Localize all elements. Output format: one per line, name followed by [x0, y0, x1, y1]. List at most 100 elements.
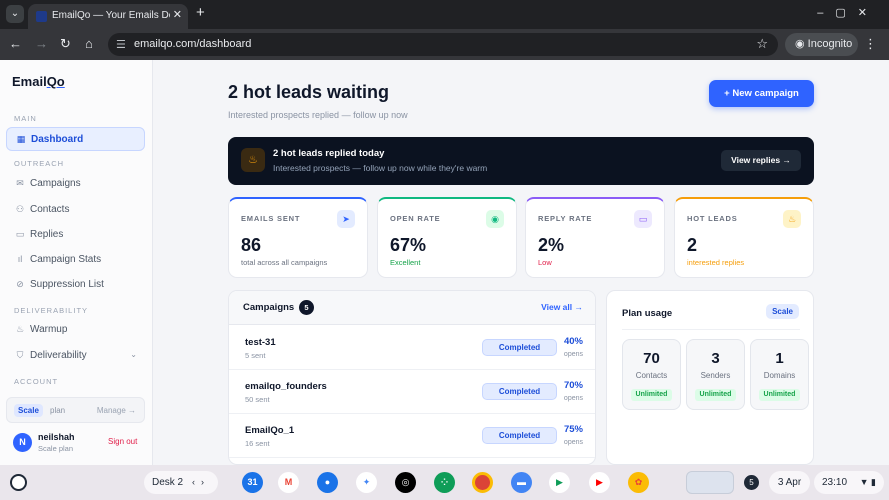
incognito-label: Incognito — [807, 38, 853, 50]
sidebar-item-dashboard[interactable]: ▦ Dashboard — [6, 127, 145, 151]
view-all-link[interactable]: View all → — [541, 302, 583, 312]
stat-value: 2 — [687, 235, 698, 255]
podcast-app-icon[interactable]: ◎ — [395, 472, 416, 493]
clock-time: 23:10 — [822, 477, 848, 488]
stat-note: total across all campaigns — [241, 258, 328, 267]
campaign-name[interactable]: EmailQo_1 — [245, 425, 294, 436]
open-rate-label: opens — [563, 395, 583, 402]
tab-search-button[interactable]: ⌄ — [6, 5, 24, 23]
calendar-app-icon[interactable]: 31 — [242, 472, 263, 493]
stat-card-emails-sent: EMAILS SENT ➤ 86 total across all campai… — [228, 197, 368, 278]
section-label-main: MAIN — [14, 114, 37, 123]
launcher-icon[interactable] — [10, 474, 27, 491]
stat-label: HOT LEADS — [687, 214, 738, 223]
back-icon[interactable]: ← — [9, 36, 22, 51]
more-menu-icon[interactable]: ⋮ — [864, 36, 877, 52]
sidebar-item-replies[interactable]: ▭ Replies — [6, 223, 145, 247]
url-text[interactable]: emailqo.com/dashboard — [134, 38, 251, 50]
plan-word: plan — [50, 406, 66, 415]
sidebar-item-campaign-stats[interactable]: ıl Campaign Stats — [6, 248, 145, 272]
stat-card-open-rate: OPEN RATE ◉ 67% Excellent — [377, 197, 517, 278]
desk-arrows-icon[interactable]: ‹› — [192, 471, 210, 494]
reload-icon[interactable]: ↻ — [60, 36, 71, 52]
usage-label: Senders — [700, 371, 731, 380]
bookmark-star-icon[interactable]: ☆ — [756, 36, 768, 52]
apps-grid-icon[interactable]: ⁘ — [434, 472, 455, 493]
sign-out-link[interactable]: Sign out — [108, 437, 137, 446]
stat-note: interested replies — [687, 258, 745, 267]
window-preview-thumbnail[interactable] — [686, 471, 734, 494]
date-button[interactable]: 3 Apr — [769, 471, 810, 494]
sidebar-item-suppression-list[interactable]: ⊘ Suppression List — [6, 273, 145, 297]
site-info-icon[interactable]: ☰ — [116, 38, 126, 51]
campaign-name[interactable]: test-31 — [245, 337, 276, 348]
sidebar: EmailQo MAIN ▦ Dashboard OUTREACH ✉ Camp… — [0, 60, 153, 465]
table-row[interactable]: emailqo_founders 50 sent Completed 70% o… — [229, 370, 595, 414]
youtube-app-icon[interactable]: ▶ — [589, 472, 610, 493]
flame-icon: ♨ — [15, 324, 25, 334]
banner-subtitle: Interested prospects — follow up now whi… — [273, 163, 488, 173]
campaign-sent: 16 sent — [245, 439, 270, 448]
table-row[interactable]: EmailQo_1 16 sent Completed 75% opens — [229, 414, 595, 458]
favicon-icon — [36, 11, 47, 22]
view-replies-button[interactable]: View replies → — [721, 150, 801, 171]
messages-app-icon[interactable]: ● — [317, 472, 338, 493]
stat-label: OPEN RATE — [390, 214, 441, 223]
open-rate: 40% — [563, 336, 583, 347]
desk-switcher[interactable]: Desk 2 ‹› — [144, 471, 218, 494]
gemini-app-icon[interactable]: ✦ — [356, 472, 377, 493]
sidebar-item-campaigns[interactable]: ✉ Campaigns — [6, 172, 145, 196]
notification-count-badge[interactable]: 5 — [744, 475, 759, 490]
open-rate-label: opens — [563, 351, 583, 358]
gmail-app-icon[interactable]: M — [278, 472, 299, 493]
new-tab-button[interactable]: + — [196, 4, 205, 21]
sidebar-item-warmup[interactable]: ♨ Warmup — [6, 318, 145, 342]
usage-value: 3 — [711, 350, 720, 367]
grid-icon: ▦ — [16, 134, 26, 144]
meet-app-icon[interactable]: ▶ — [549, 472, 570, 493]
divider — [622, 329, 800, 330]
shield-icon: ⛉ — [16, 350, 24, 360]
mail-icon: ✉ — [16, 178, 24, 188]
usage-card-domains: 1 Domains Unlimited — [750, 339, 809, 410]
flame-icon: ♨ — [241, 148, 265, 172]
chevron-down-icon: ⌄ — [130, 350, 137, 359]
browser-tab[interactable]: EmailQo — Your Emails Deserve ✕ — [28, 4, 188, 29]
status-tray[interactable]: 23:10 ▼ ▮ — [814, 471, 884, 494]
sidebar-item-label: Campaign Stats — [30, 254, 102, 265]
forward-icon[interactable]: → — [35, 36, 48, 51]
address-bar[interactable]: ☰ emailqo.com/dashboard ☆ — [108, 33, 778, 56]
chrome-app-icon[interactable] — [472, 472, 493, 493]
users-icon: ⚇ — [15, 204, 25, 214]
stat-label: REPLY RATE — [538, 214, 593, 223]
table-row[interactable]: test-31 5 sent Completed 40% opens — [229, 326, 595, 370]
close-tab-icon[interactable]: ✕ — [173, 8, 182, 21]
campaign-name[interactable]: emailqo_founders — [245, 381, 327, 392]
page-subtitle: Interested prospects replied — follow up… — [228, 110, 408, 120]
sidebar-item-deliverability[interactable]: ⛉ Deliverability ⌄ — [6, 344, 145, 368]
open-rate-label: opens — [563, 439, 583, 446]
sidebar-item-contacts[interactable]: ⚇ Contacts — [6, 198, 145, 222]
manage-plan-link[interactable]: Manage → — [97, 406, 136, 415]
user-plan: Scale plan — [38, 444, 74, 453]
sidebar-item-label: Campaigns — [30, 178, 81, 189]
app-logo[interactable]: EmailQo — [12, 74, 65, 89]
photos-app-icon[interactable]: ✿ — [628, 472, 649, 493]
flame-icon: ♨ — [783, 210, 801, 228]
home-icon[interactable]: ⌂ — [85, 36, 93, 51]
plan-usage-title: Plan usage — [622, 308, 673, 319]
sidebar-item-label: Replies — [30, 229, 64, 240]
window-controls[interactable]: –▢✕ — [817, 6, 879, 19]
campaign-sent: 5 sent — [245, 351, 266, 360]
files-app-icon[interactable]: ▬ — [511, 472, 532, 493]
sidebar-item-label: Dashboard — [31, 134, 84, 145]
usage-value: 70 — [643, 350, 660, 367]
stat-label: EMAILS SENT — [241, 214, 301, 223]
incognito-indicator[interactable]: ◉ Incognito — [785, 33, 858, 56]
new-campaign-button[interactable]: + New campaign — [709, 80, 814, 107]
section-label-outreach: OUTREACH — [14, 159, 65, 168]
wifi-battery-icon: ▼ ▮ — [859, 477, 876, 487]
incognito-icon: ◉ — [795, 38, 808, 50]
stat-value: 86 — [241, 235, 262, 255]
stat-note: Excellent — [390, 258, 421, 267]
